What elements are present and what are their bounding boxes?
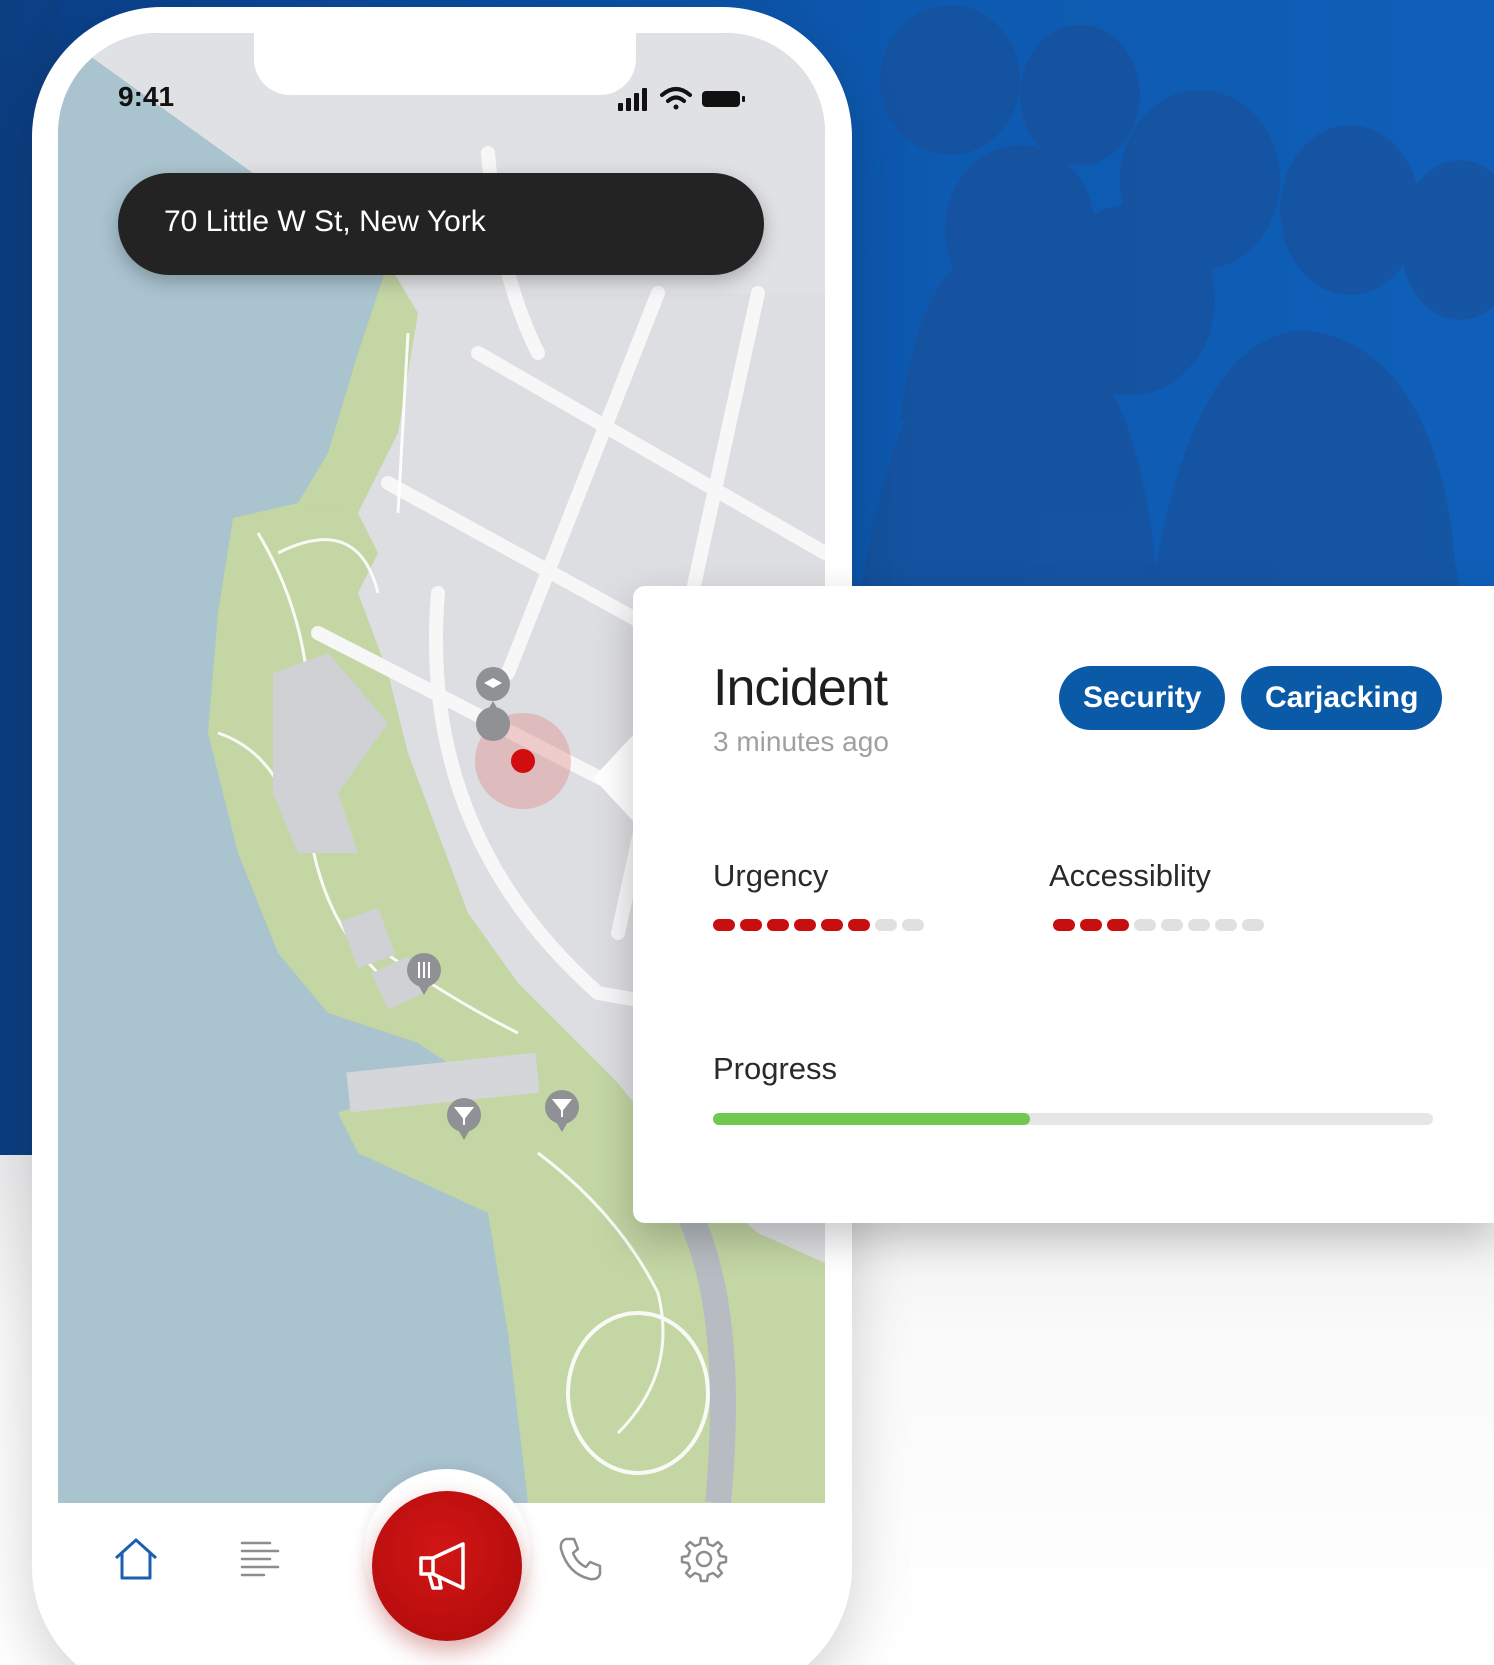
urgency-rating	[713, 919, 924, 931]
accessibility-rating	[1053, 919, 1264, 931]
incident-time-ago: 3 minutes ago	[713, 726, 889, 757]
accessibility-dot	[1107, 919, 1129, 931]
urgency-dot	[794, 919, 816, 931]
accessibility-dot	[1161, 919, 1183, 931]
progress-bar	[713, 1113, 1433, 1125]
accessibility-dot	[1134, 919, 1156, 931]
home-icon[interactable]	[110, 1533, 162, 1585]
accessibility-dot	[1053, 919, 1075, 931]
accessibility-dot	[1188, 919, 1210, 931]
phone-notch	[254, 33, 636, 95]
urgency-label: Urgency	[713, 858, 829, 893]
urgency-dot	[875, 919, 897, 931]
alert-button[interactable]	[372, 1491, 522, 1641]
accessibility-dot	[1215, 919, 1237, 931]
accessibility-dot	[1242, 919, 1264, 931]
status-time: 9:41	[118, 81, 175, 112]
battery-icon	[702, 91, 745, 107]
accessibility-label: Accessiblity	[1049, 858, 1211, 893]
address-bar[interactable]: 70 Little W St, New York	[118, 173, 764, 275]
accessibility-dot	[1080, 919, 1102, 931]
phone-icon[interactable]	[554, 1533, 606, 1585]
urgency-dot	[821, 919, 843, 931]
incident-title: Incident	[713, 659, 888, 717]
status-icons	[618, 87, 745, 111]
tag-security[interactable]: Security	[1059, 666, 1226, 730]
incident-card[interactable]: Incident 3 minutes ago Security Carjacki…	[633, 586, 1494, 1223]
urgency-dot	[848, 919, 870, 931]
megaphone-icon	[419, 1542, 465, 1590]
urgency-dot	[740, 919, 762, 931]
settings-icon[interactable]	[678, 1533, 730, 1585]
urgency-dot	[902, 919, 924, 931]
address-text: 70 Little W St, New York	[164, 205, 486, 238]
urgency-dot	[713, 919, 735, 931]
signal-icon	[618, 88, 647, 111]
progress-label: Progress	[713, 1051, 838, 1086]
card-pointer	[593, 733, 635, 823]
progress-fill	[713, 1113, 1030, 1125]
tag-carjacking[interactable]: Carjacking	[1241, 666, 1443, 730]
urgency-dot	[767, 919, 789, 931]
wifi-icon	[660, 87, 692, 110]
list-icon[interactable]	[234, 1533, 286, 1585]
